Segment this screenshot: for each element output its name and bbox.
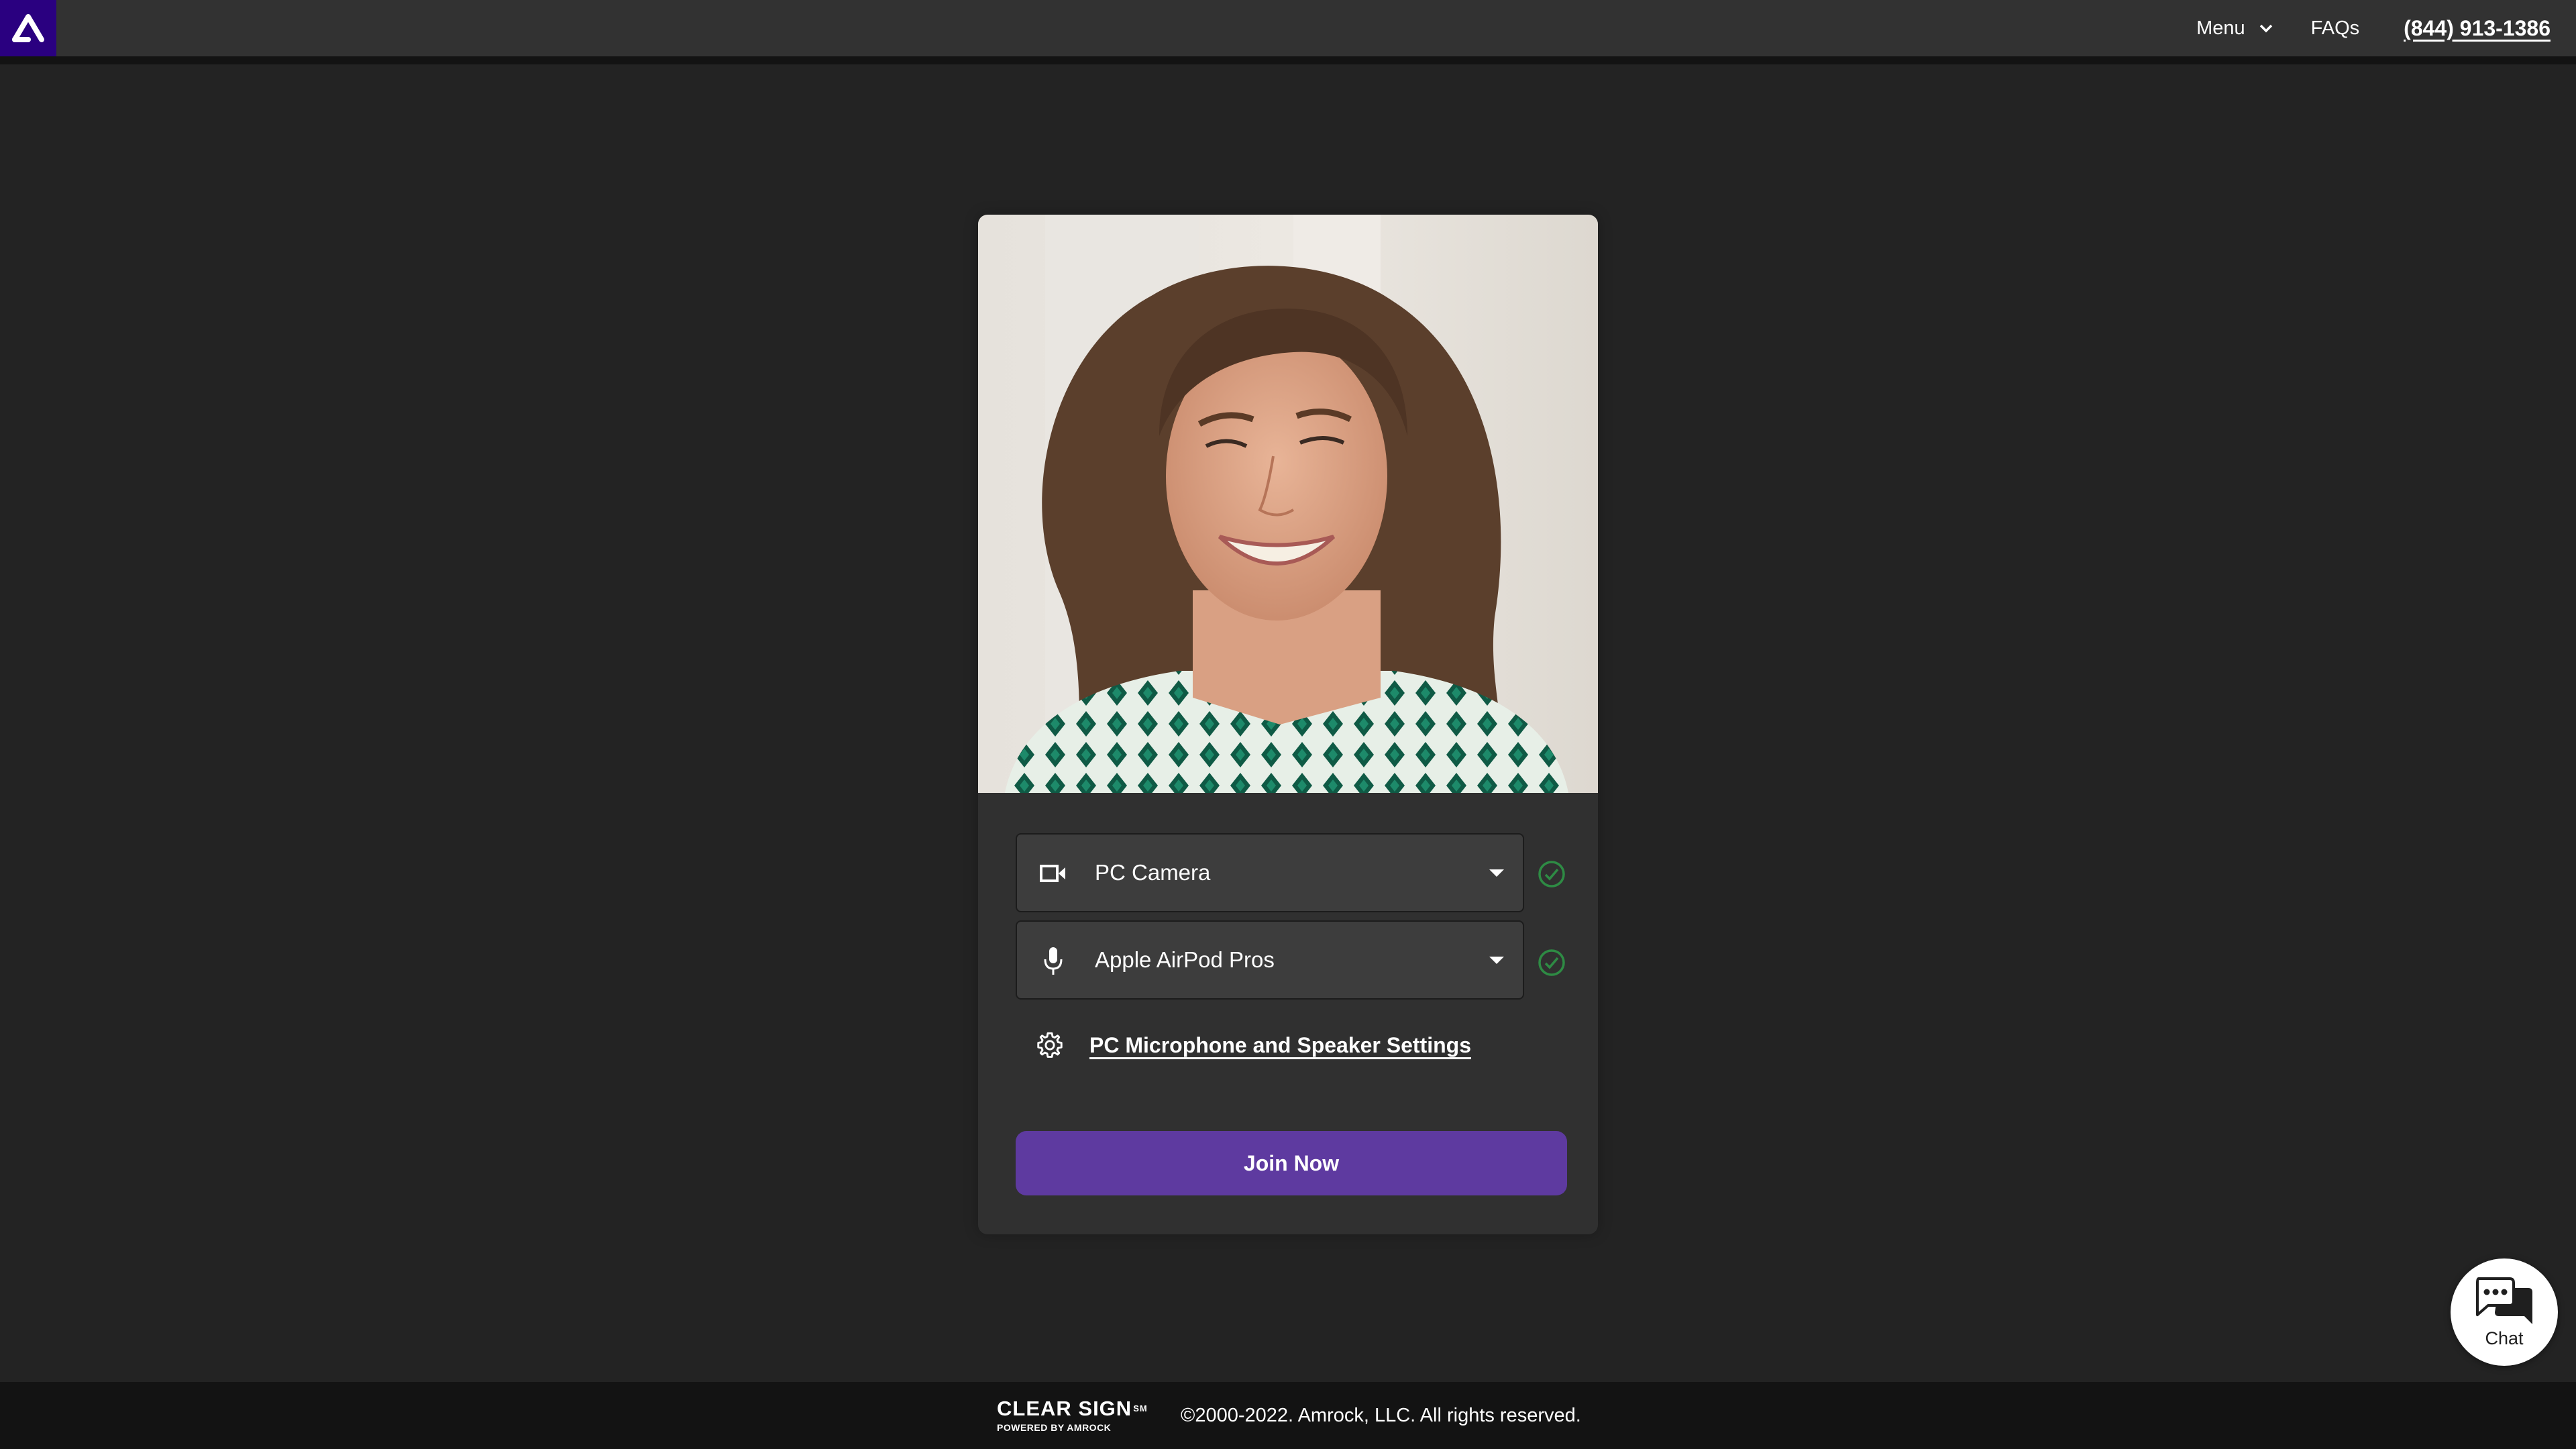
header-divider xyxy=(0,56,2576,64)
top-header: Menu FAQs (844) 913-1386 xyxy=(0,0,2576,56)
chat-button[interactable]: Chat xyxy=(2451,1258,2558,1366)
menu-label: Menu xyxy=(2196,17,2245,39)
audio-settings-link-wrap: PC Microphone and Speaker Settings xyxy=(1089,1025,1471,1065)
camera-row: PC Camera xyxy=(1016,833,1524,912)
microphone-select[interactable]: Apple AirPod Pros xyxy=(1016,920,1524,1000)
copyright-text: ©2000-2022. Amrock, LLC. All rights rese… xyxy=(1181,1405,1581,1426)
service-mark: SM xyxy=(1133,1403,1148,1413)
microphone-row: Apple AirPod Pros xyxy=(1016,920,1524,1000)
menu-dropdown[interactable]: Menu xyxy=(2196,17,2273,40)
caret-down-icon xyxy=(1489,869,1504,877)
gear-icon xyxy=(1037,1032,1063,1058)
microphone-ok-check-icon xyxy=(1538,949,1565,976)
audio-settings-link[interactable]: PC Microphone and Speaker Settings xyxy=(1089,1033,1471,1058)
faqs-link[interactable]: FAQs xyxy=(2311,17,2360,40)
chat-bubbles-icon xyxy=(2476,1277,2532,1324)
camera-select[interactable]: PC Camera xyxy=(1016,833,1524,912)
top-nav: Menu FAQs (844) 913-1386 xyxy=(2196,0,2551,56)
microphone-icon xyxy=(1040,947,1067,975)
clear-sign-logo: CLEAR SIGN SM POWERED BY AMROCK xyxy=(997,1397,1148,1434)
join-now-button[interactable]: Join Now xyxy=(1016,1131,1567,1195)
amrock-logo-icon xyxy=(12,14,44,42)
video-camera-icon xyxy=(1040,860,1067,887)
device-check-card: PC Camera Apple AirPod Pros PC Microphon… xyxy=(978,215,1598,1234)
microphone-select-value: Apple AirPod Pros xyxy=(1095,947,1275,972)
camera-select-value: PC Camera xyxy=(1095,860,1211,885)
chat-label: Chat xyxy=(2485,1328,2524,1348)
chevron-down-icon xyxy=(2259,24,2272,33)
caret-down-icon xyxy=(1489,957,1504,964)
camera-preview-image xyxy=(978,215,1598,793)
camera-ok-check-icon xyxy=(1538,861,1565,888)
brand-name: CLEAR SIGN xyxy=(997,1397,1132,1420)
footer: CLEAR SIGN SM POWERED BY AMROCK ©2000-202… xyxy=(0,1382,2576,1449)
phone-link[interactable]: (844) 913-1386 xyxy=(2404,16,2551,41)
powered-by: POWERED BY AMROCK xyxy=(997,1422,1112,1433)
logo-home-link[interactable] xyxy=(0,0,56,56)
audio-settings-row xyxy=(1034,1025,1084,1065)
